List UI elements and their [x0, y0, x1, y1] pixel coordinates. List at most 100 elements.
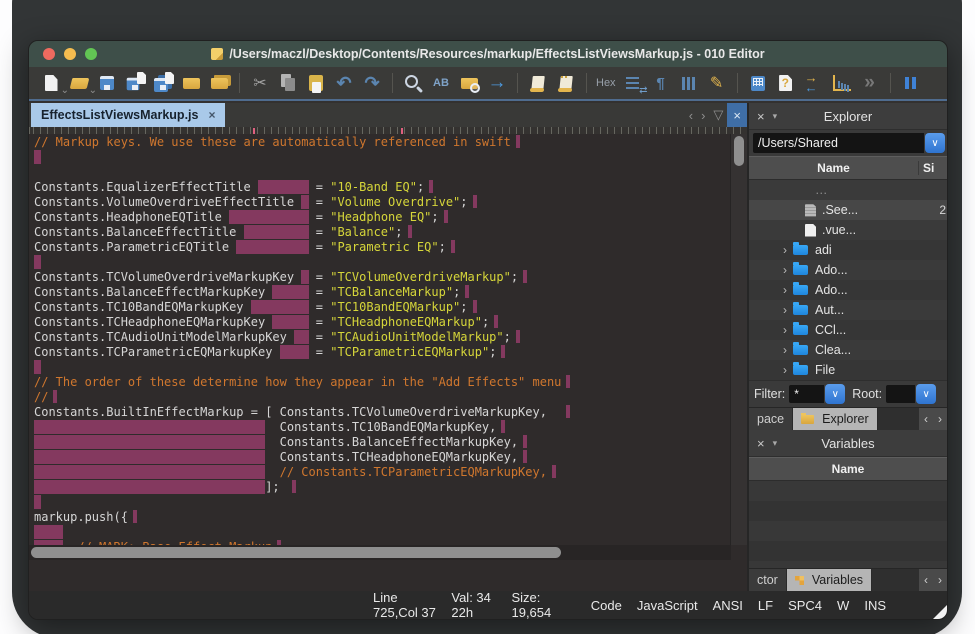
explorer-row[interactable]: ›Clea...: [749, 340, 947, 360]
expander-icon[interactable]: ›: [783, 363, 793, 377]
find-button[interactable]: [400, 70, 426, 96]
code-text: =: [309, 285, 331, 299]
explorer-row[interactable]: ›Ado...: [749, 280, 947, 300]
tab-menu-button[interactable]: ▽: [709, 107, 727, 123]
pause-button[interactable]: [898, 70, 924, 96]
right-panel: × ▾ Explorer /Users/Shared ∨ Name Si ….S…: [749, 103, 947, 591]
variables-row[interactable]: [749, 541, 947, 561]
edit-as-hex-button[interactable]: [620, 70, 646, 96]
open-multiple-button[interactable]: [206, 70, 232, 96]
variables-row[interactable]: [749, 521, 947, 541]
selected-whitespace: [236, 240, 308, 254]
save-button[interactable]: [94, 70, 120, 96]
variables-row[interactable]: [749, 501, 947, 521]
tab-explorer[interactable]: Explorer: [793, 408, 878, 430]
tab-close-icon[interactable]: ×: [208, 108, 215, 122]
explorer-row[interactable]: ›Aut...: [749, 300, 947, 320]
vertical-scrollbar[interactable]: [730, 134, 747, 545]
explorer-row[interactable]: ›Ado...: [749, 260, 947, 280]
root-dropdown-button[interactable]: ∨: [916, 384, 936, 404]
root-field[interactable]: [886, 385, 915, 403]
tab-prev-button[interactable]: ‹: [685, 108, 697, 123]
replace-button[interactable]: AB: [428, 70, 454, 96]
code-text: Constants.BalanceEffectTitle: [34, 225, 244, 239]
expander-icon[interactable]: ›: [783, 323, 793, 337]
filter-dropdown-button[interactable]: ∨: [825, 384, 845, 404]
highlight-button[interactable]: ✎: [704, 70, 730, 96]
horizontal-scrollbar-thumb[interactable]: [31, 547, 561, 558]
check-syntax-button[interactable]: [773, 70, 799, 96]
tab-next-button[interactable]: ›: [697, 108, 709, 123]
explorer-row[interactable]: .vue...: [749, 220, 947, 240]
code-text: ;: [482, 315, 489, 329]
open-folder-button[interactable]: [178, 70, 204, 96]
variables-menu-icon[interactable]: ▾: [773, 438, 778, 449]
tab-variables[interactable]: Variables: [787, 569, 872, 591]
vertical-scrollbar-thumb[interactable]: [734, 136, 744, 166]
expander-icon[interactable]: ›: [783, 283, 793, 297]
save-all-button[interactable]: [150, 70, 176, 96]
tabs-prev-button[interactable]: ‹: [919, 412, 933, 426]
code-editor[interactable]: // Markup keys. We use these are automat…: [29, 134, 731, 545]
variables-row[interactable]: [749, 481, 947, 501]
run-script-button[interactable]: [525, 70, 551, 96]
convert-button[interactable]: [801, 70, 827, 96]
calculator-button[interactable]: [745, 70, 771, 96]
close-window-button[interactable]: [43, 48, 55, 60]
expander-icon[interactable]: ›: [783, 263, 793, 277]
name-column-header[interactable]: Name: [749, 161, 919, 175]
variables-name-column[interactable]: Name: [749, 462, 947, 476]
explorer-row[interactable]: …: [749, 180, 947, 200]
explorer-column-header: Name Si: [749, 156, 947, 180]
minimize-window-button[interactable]: [64, 48, 76, 60]
code-string: "TCAudioUnitModelMarkup": [330, 330, 503, 344]
tabs-next-button[interactable]: ›: [933, 573, 947, 587]
code-comment: // The order of these determine how they…: [34, 375, 561, 389]
paste-button[interactable]: [303, 70, 329, 96]
save-as-button[interactable]: [122, 70, 148, 96]
find-in-files-button[interactable]: [456, 70, 482, 96]
column-ruler: [29, 127, 747, 134]
toolbar-separator: [737, 73, 738, 93]
column-mode-button[interactable]: [676, 70, 702, 96]
code-string: "Headphone EQ": [330, 210, 431, 224]
explorer-row[interactable]: .See...2: [749, 200, 947, 220]
explorer-filter-row: Filter: * ∨ Root: ∨: [749, 380, 947, 407]
folder-icon: [793, 285, 808, 295]
code-line: Constants.ParametricEQTitle = "Parametri…: [34, 240, 731, 255]
histogram-button[interactable]: [829, 70, 855, 96]
selected-eol-mark: [53, 390, 57, 403]
maximize-window-button[interactable]: [85, 48, 97, 60]
horizontal-scrollbar[interactable]: [29, 545, 731, 560]
expander-icon[interactable]: ›: [783, 343, 793, 357]
explorer-row[interactable]: ›CCl...: [749, 320, 947, 340]
title-bar[interactable]: /Users/maczl/Desktop/Contents/Resources/…: [29, 41, 947, 67]
run-template-button[interactable]: [553, 70, 579, 96]
expander-icon[interactable]: ›: [783, 303, 793, 317]
explorer-path-dropdown-button[interactable]: ∨: [925, 133, 945, 153]
show-whitespace-button[interactable]: ¶: [648, 70, 674, 96]
tabs-prev-button[interactable]: ‹: [919, 573, 933, 587]
tab-list-close-button[interactable]: ×: [727, 103, 747, 127]
resize-grip[interactable]: [933, 605, 947, 619]
explorer-path-field[interactable]: /Users/Shared: [753, 133, 924, 153]
undo-button[interactable]: ↶: [331, 70, 357, 96]
new-file-button[interactable]: [38, 70, 64, 96]
explorer-menu-icon[interactable]: ▾: [773, 111, 778, 122]
tab-inspector-partial[interactable]: ctor: [749, 569, 787, 591]
tab-effectslistviewsmarkup[interactable]: EffectsListViewsMarkup.js ×: [31, 103, 225, 127]
expander-icon[interactable]: ›: [783, 243, 793, 257]
redo-button[interactable]: ↷: [359, 70, 385, 96]
code-line: Constants.VolumeOverdriveEffectTitle = "…: [34, 195, 731, 210]
tab-workspace-partial[interactable]: pace: [749, 408, 793, 430]
explorer-close-icon[interactable]: ×: [757, 109, 765, 124]
open-file-button[interactable]: [66, 70, 92, 96]
variables-close-icon[interactable]: ×: [757, 436, 765, 451]
size-column-header[interactable]: Si: [919, 161, 947, 175]
explorer-row[interactable]: ›File: [749, 360, 947, 380]
filter-field[interactable]: *: [789, 385, 824, 403]
explorer-row[interactable]: ›adi: [749, 240, 947, 260]
tabs-next-button[interactable]: ›: [933, 412, 947, 426]
goto-button[interactable]: →: [484, 70, 510, 96]
code-text: ;: [489, 345, 496, 359]
